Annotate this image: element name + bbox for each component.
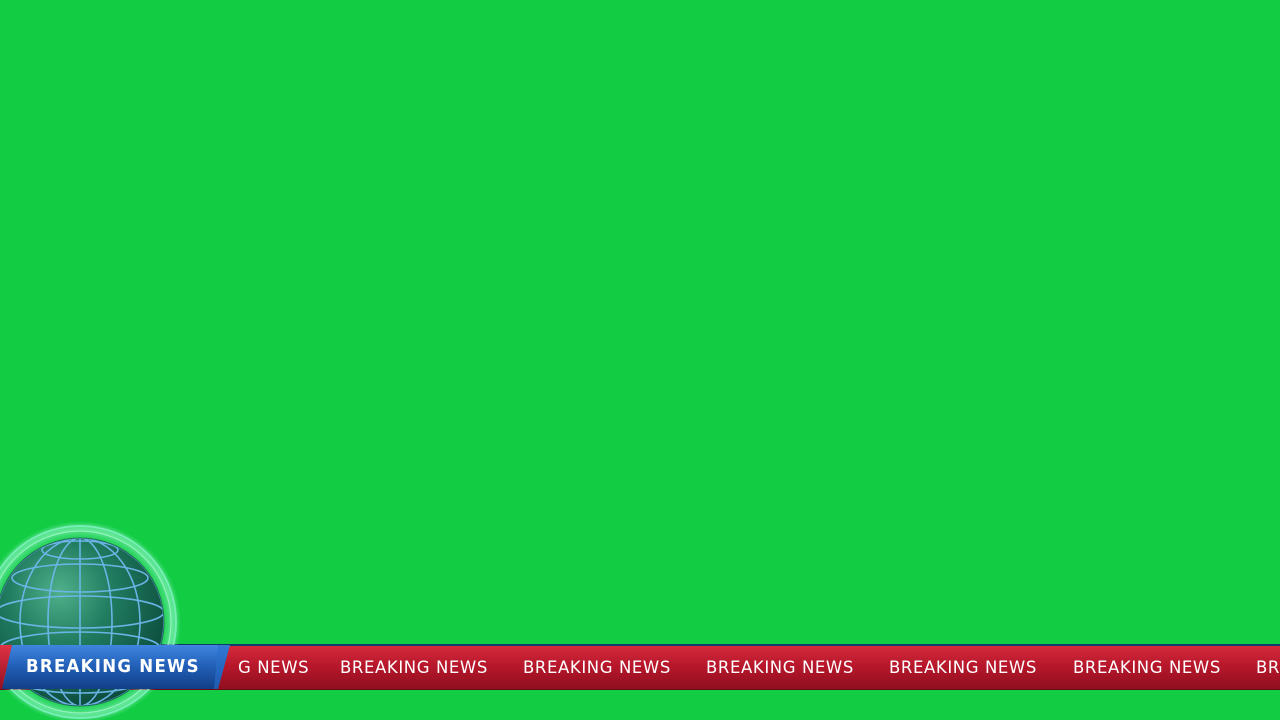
ticker-item: BR <box>1256 658 1280 677</box>
green-screen-stage: G NEWS BREAKING NEWS BREAKING NEWS BREAK… <box>0 0 1280 720</box>
ticker-item: BREAKING NEWS <box>889 658 1037 677</box>
breaking-news-label: BREAKING NEWS <box>26 656 200 677</box>
ticker-item: BREAKING NEWS <box>1073 658 1221 677</box>
ticker-item: BREAKING NEWS <box>706 658 854 677</box>
ticker-item: BREAKING NEWS <box>340 658 488 677</box>
ticker-item: G NEWS <box>238 658 310 677</box>
ticker-item: BREAKING NEWS <box>523 658 671 677</box>
globe-icon <box>0 521 181 720</box>
